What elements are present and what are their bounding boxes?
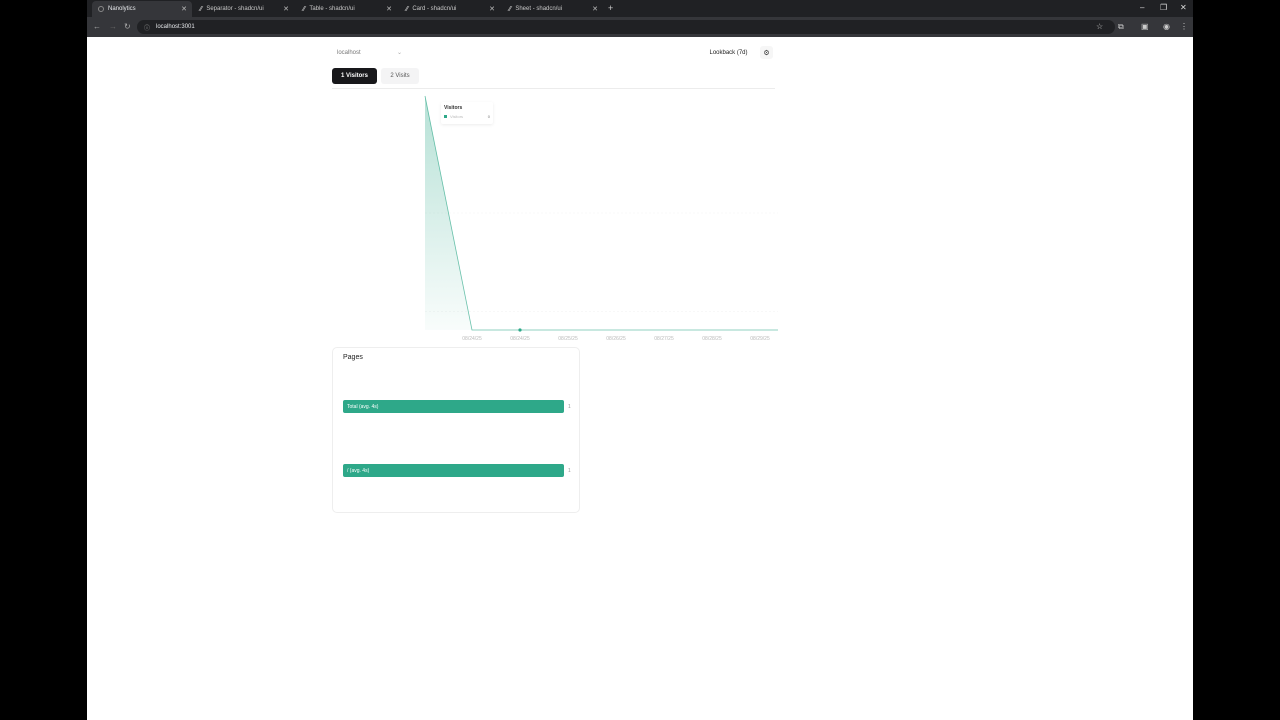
tab-nanolytics[interactable]: Nanolytics ✕ [92,1,192,17]
tooltip-title: Visitors [444,105,463,111]
pages-title: Pages [343,354,363,361]
site-select-value: localhost [337,49,361,56]
close-icon[interactable]: ✕ [489,5,495,13]
tooltip-value: 0 [487,114,490,119]
x-tick-label: 08/29/25 [750,336,770,342]
close-icon[interactable]: ✕ [592,5,598,13]
lookback-button[interactable]: Lookback (7d) [703,46,754,59]
chevron-down-icon: ⌄ [396,50,402,56]
forward-icon[interactable]: → [109,22,117,31]
shadcn-icon: ⁄⁄ [200,6,203,13]
page-bar-root[interactable]: / (avg. 4s) [343,464,564,477]
x-tick-label: 08/24/25 [462,336,482,342]
extensions-icon[interactable]: ⧉ [1118,22,1124,32]
shadcn-icon: ⁄⁄ [509,6,512,13]
globe-icon [98,6,104,12]
tab-title: Nanolytics [108,6,136,12]
tab-title: Card - shadcn/ui [412,6,457,12]
x-tick-label: 08/28/25 [702,336,722,342]
chart-tooltip: Visitors Visitors 0 [441,102,493,124]
page-bar-value: 1 [568,468,571,474]
site-select[interactable]: localhost ⌄ [332,46,406,59]
reload-icon[interactable]: ↻ [124,22,131,31]
tab-table[interactable]: ⁄⁄ Table - shadcn/ui ✕ [297,1,397,17]
tab-strip: Nanolytics ✕ ⁄⁄ Separator - shadcn/ui ✕ … [87,0,1193,17]
x-tick-label: 08/26/25 [606,336,626,342]
close-icon[interactable]: ✕ [283,5,289,13]
tab-title: Separator - shadcn/ui [206,6,264,12]
x-tick-label: 08/24/25 [510,336,530,342]
address-bar[interactable]: ⓘ localhost:3001 [137,20,1115,34]
series-swatch [444,115,447,118]
page-bar-label: Total (avg. 4s) [347,403,379,410]
minimize-icon[interactable]: – [1140,3,1144,12]
profile-icon[interactable]: ◉ [1163,22,1170,31]
tab-separator[interactable]: ⁄⁄ Separator - shadcn/ui ✕ [194,1,294,17]
close-window-icon[interactable]: ✕ [1180,3,1187,12]
active-point [518,328,522,332]
close-icon[interactable]: ✕ [386,5,392,13]
browser-toolbar: ← → ↻ ⓘ localhost:3001 ☆ ⧉ ▣ ◉ ⋮ [87,17,1193,37]
settings-gear-icon[interactable]: ⚙ [760,46,773,59]
tab-card[interactable]: ⁄⁄ Card - shadcn/ui ✕ [400,1,500,17]
visitors-chart: 08/24/25 08/24/25 08/25/25 08/26/25 08/27/25… [424,95,778,342]
tab-sheet[interactable]: ⁄⁄ Sheet - shadcn/ui ✕ [503,1,603,17]
x-tick-label: 08/25/25 [558,336,578,342]
bookmark-star-icon[interactable]: ☆ [1096,22,1103,31]
divider [332,88,775,89]
shadcn-icon: ⁄⁄ [303,6,306,13]
shadcn-icon: ⁄⁄ [406,6,409,13]
x-tick-label: 08/27/25 [654,336,674,342]
pages-card: Pages Total (avg. 4s) 1 / (avg. 4s) 1 [332,347,580,513]
new-tab-button[interactable]: + [608,3,613,13]
site-info-icon[interactable]: ⓘ [144,23,150,32]
close-icon[interactable]: ✕ [181,5,187,13]
tab-visits[interactable]: 2 Visits [381,68,419,84]
page-bar-label: / (avg. 4s) [347,467,370,474]
tab-title: Sheet - shadcn/ui [515,6,563,12]
tooltip-row: Visitors 0 [444,114,490,119]
restore-icon[interactable]: ❐ [1160,3,1167,12]
tab-visitors[interactable]: 1 Visitors [332,68,377,84]
tooltip-series: Visitors [450,114,464,119]
back-icon[interactable]: ← [93,22,101,31]
page-bar-value: 1 [568,404,571,410]
url-text: localhost:3001 [156,24,195,30]
page-bar-total[interactable]: Total (avg. 4s) [343,400,564,413]
menu-icon[interactable]: ⋮ [1180,22,1188,31]
sidepanel-icon[interactable]: ▣ [1141,22,1149,31]
tab-title: Table - shadcn/ui [309,6,355,12]
